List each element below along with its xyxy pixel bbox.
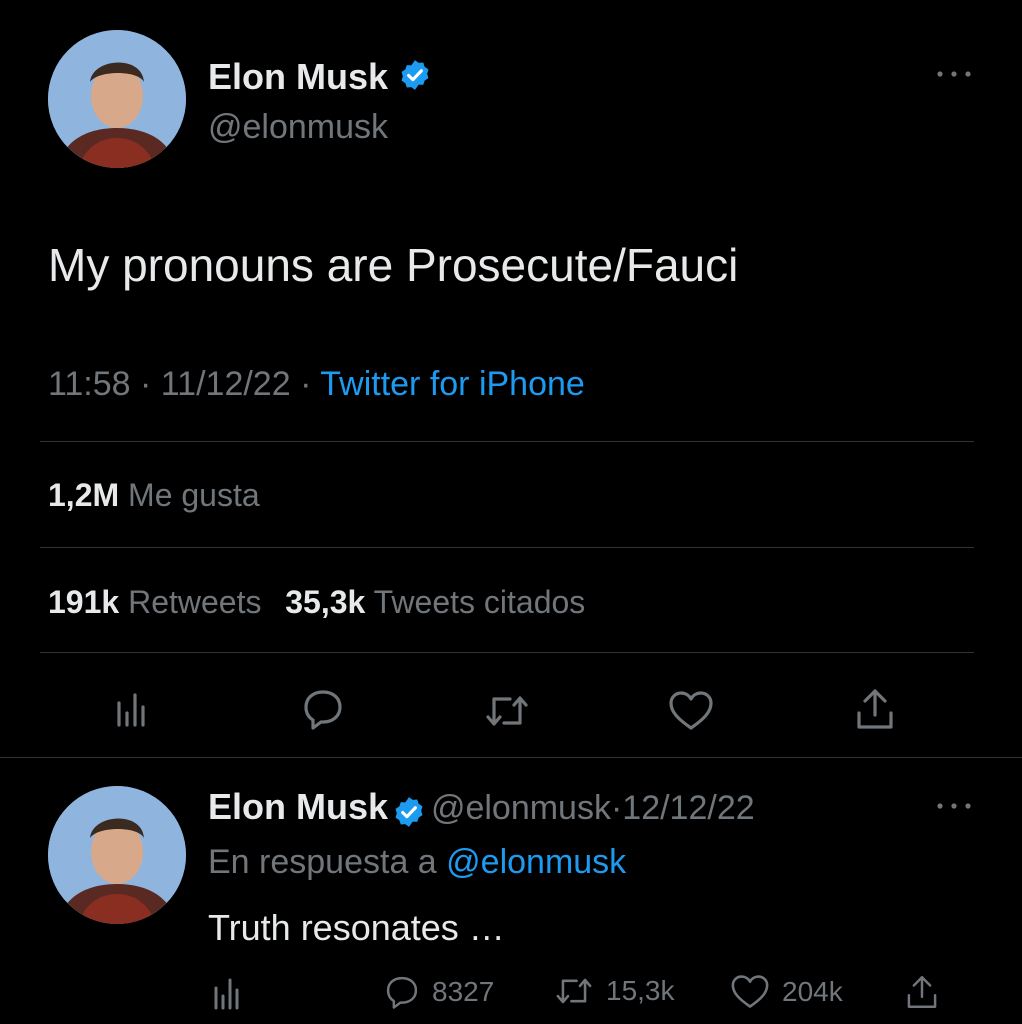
verified-badge-icon — [392, 795, 426, 834]
tweet-text: My pronouns are Prosecute/Fauci — [48, 239, 739, 291]
more-dots-icon[interactable] — [934, 66, 974, 82]
likes-stat[interactable]: 1,2M Me gusta — [48, 477, 260, 514]
author-avatar[interactable] — [48, 30, 186, 168]
retweet-icon[interactable] — [484, 688, 530, 734]
divider — [40, 441, 974, 442]
like-icon[interactable] — [668, 688, 714, 734]
reply-retweets-count: 15,3k — [606, 975, 675, 1006]
divider — [40, 547, 974, 548]
reply-date[interactable]: 12/12/22 — [622, 789, 754, 827]
meta-separator: · — [140, 365, 152, 403]
likes-count: 1,2M — [48, 477, 120, 513]
reply-replies-button[interactable]: 8327 — [384, 974, 494, 1010]
replying-prefix: En respuesta a — [208, 843, 437, 881]
reply-icon[interactable] — [300, 686, 346, 732]
divider — [0, 757, 1022, 758]
reply-author-avatar[interactable] — [48, 786, 186, 924]
reply-analytics-button[interactable] — [212, 976, 242, 1010]
tweet-time[interactable]: 11:58 — [48, 365, 131, 403]
share-icon[interactable] — [852, 686, 898, 732]
meta-separator: · — [610, 789, 623, 827]
replying-to-link[interactable]: @elonmusk — [446, 843, 626, 881]
author-name[interactable]: Elon Musk — [208, 56, 432, 101]
author-handle[interactable]: @elonmusk — [208, 108, 388, 147]
retweets-label: Retweets — [128, 584, 262, 620]
reply-share-button[interactable] — [904, 974, 940, 1010]
retweets-count: 191k — [48, 584, 120, 620]
replying-to: En respuesta a @elonmusk — [208, 843, 626, 882]
avatar-photo — [48, 786, 186, 924]
meta-separator: · — [300, 365, 312, 403]
retweet-icon — [556, 978, 592, 1004]
reply-likes-count: 204k — [782, 976, 843, 1007]
retweets-stat[interactable]: 191k Retweets 35,3k Tweets citados — [48, 584, 585, 621]
tweet-meta: 11:58 · 11/12/22 · Twitter for iPhone — [48, 365, 585, 404]
quotes-label: Tweets citados — [373, 584, 586, 620]
tweet-source-link[interactable]: Twitter for iPhone — [320, 365, 585, 403]
verified-badge-icon — [398, 58, 432, 101]
replies-count: 8327 — [432, 976, 495, 1007]
reply-author-handle[interactable]: @elonmusk — [431, 789, 611, 827]
like-icon — [731, 975, 769, 1008]
reply-likes-button[interactable]: 204k — [730, 974, 843, 1010]
reply-icon — [386, 976, 418, 1009]
reply-author-name[interactable]: Elon Musk — [208, 786, 388, 827]
analytics-icon — [214, 978, 239, 1010]
reply-header: Elon Musk @elonmusk·12/12/22 — [208, 786, 755, 834]
reply-text: Truth resonates … — [208, 907, 505, 948]
author-name-text: Elon Musk — [208, 56, 389, 97]
likes-label: Me gusta — [128, 477, 260, 513]
more-dots-icon[interactable] — [934, 798, 974, 814]
avatar-photo — [48, 30, 186, 168]
quotes-count: 35,3k — [285, 584, 366, 620]
share-icon — [907, 976, 937, 1008]
analytics-icon[interactable] — [110, 688, 156, 734]
divider — [40, 652, 974, 653]
reply-retweets-button[interactable]: 15,3k — [554, 974, 675, 1008]
tweet-date[interactable]: 11/12/22 — [161, 365, 291, 403]
